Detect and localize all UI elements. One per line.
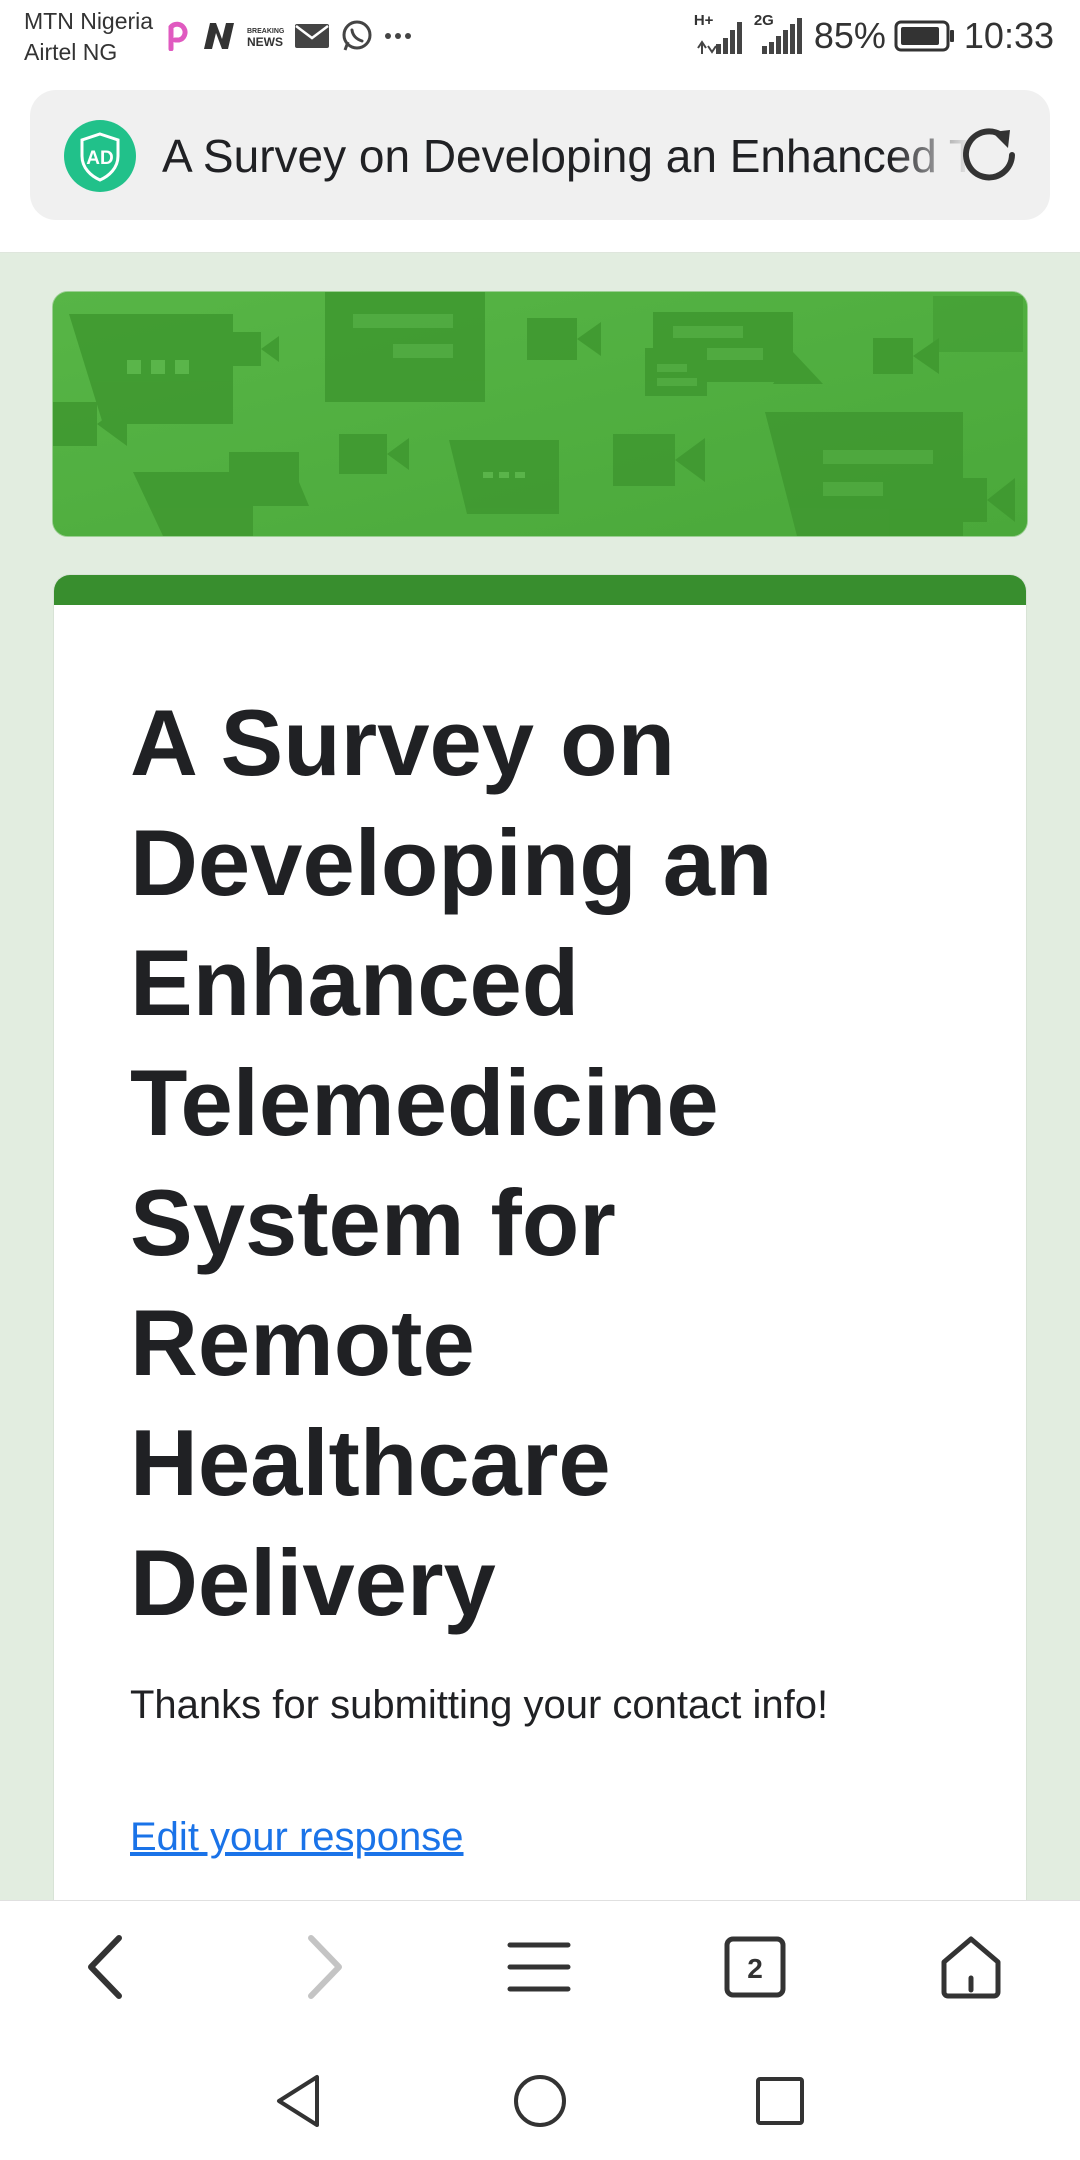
adblock-label: AD bbox=[86, 148, 113, 169]
signal-icon-2: 2G bbox=[754, 12, 806, 56]
address-bar[interactable]: AD A Survey on Developing an Enhanced Te… bbox=[30, 90, 1050, 220]
browser-toolbar: 2 bbox=[0, 1900, 1080, 2033]
battery-percent: 85% bbox=[813, 15, 886, 56]
home-button[interactable] bbox=[926, 1929, 1016, 2005]
clock: 10:33 bbox=[963, 15, 1054, 56]
form-header-banner bbox=[52, 291, 1028, 537]
carrier-info: MTN Nigeria Airtel NG bbox=[24, 6, 153, 68]
form-card: A Survey on Developing an Enhanced Telem… bbox=[54, 575, 1026, 1901]
system-home-button[interactable] bbox=[505, 2066, 575, 2136]
back-button[interactable] bbox=[62, 1929, 152, 2005]
battery-icon bbox=[894, 20, 954, 52]
chat-pattern-illustration bbox=[53, 292, 1027, 536]
system-navigation-bar bbox=[0, 2032, 1080, 2160]
form-title: A Survey on Developing an Enhanced Telem… bbox=[130, 690, 773, 1635]
menu-button[interactable] bbox=[494, 1929, 584, 2005]
page-title-url[interactable]: A Survey on Developing an Enhanced Telem… bbox=[162, 126, 972, 186]
home-icon bbox=[941, 1936, 1001, 1999]
svg-text:NEWS: NEWS bbox=[247, 35, 283, 49]
n-app-icon bbox=[204, 23, 234, 49]
reload-icon[interactable] bbox=[954, 120, 1024, 190]
card-accent-bar bbox=[54, 575, 1026, 605]
picsart-icon bbox=[168, 21, 188, 51]
system-status: H+ 2G 85% 10:33 bbox=[694, 12, 1054, 60]
mail-icon bbox=[295, 24, 329, 48]
whatsapp-icon bbox=[342, 20, 372, 51]
more-icon bbox=[385, 33, 411, 39]
triangle-back-icon bbox=[277, 2075, 319, 2127]
signal-icon-1: H+ bbox=[694, 12, 746, 56]
circle-home-icon bbox=[514, 2075, 566, 2127]
chevron-right-icon bbox=[308, 1935, 342, 1999]
tab-count: 2 bbox=[747, 1953, 763, 1984]
tabs-icon: 2 bbox=[724, 1936, 786, 1998]
adblock-shield-icon[interactable]: AD bbox=[64, 120, 136, 192]
confirmation-message: Thanks for submitting your contact info! bbox=[130, 1683, 829, 1727]
tabs-button[interactable]: 2 bbox=[710, 1929, 800, 2005]
notification-icons: BREAKING NEWS bbox=[166, 16, 412, 56]
carrier-name-1: MTN Nigeria bbox=[24, 8, 154, 34]
web-content[interactable]: A Survey on Developing an Enhanced Telem… bbox=[0, 252, 1080, 1901]
edit-response-link[interactable]: Edit your response bbox=[130, 1815, 464, 1860]
forward-button[interactable] bbox=[278, 1929, 368, 2005]
breaking-news-icon: BREAKING NEWS bbox=[247, 28, 284, 49]
hamburger-menu-icon bbox=[507, 1942, 571, 1992]
square-recents-icon bbox=[756, 2077, 804, 2125]
status-bar: MTN Nigeria Airtel NG BREAKING NEWS H+ 2… bbox=[0, 0, 1080, 80]
chevron-left-icon bbox=[88, 1935, 122, 1999]
system-back-button[interactable] bbox=[264, 2066, 334, 2136]
svg-text:BREAKING: BREAKING bbox=[247, 28, 284, 35]
carrier-name-2: Airtel NG bbox=[24, 39, 118, 65]
system-recents-button[interactable] bbox=[745, 2066, 815, 2136]
